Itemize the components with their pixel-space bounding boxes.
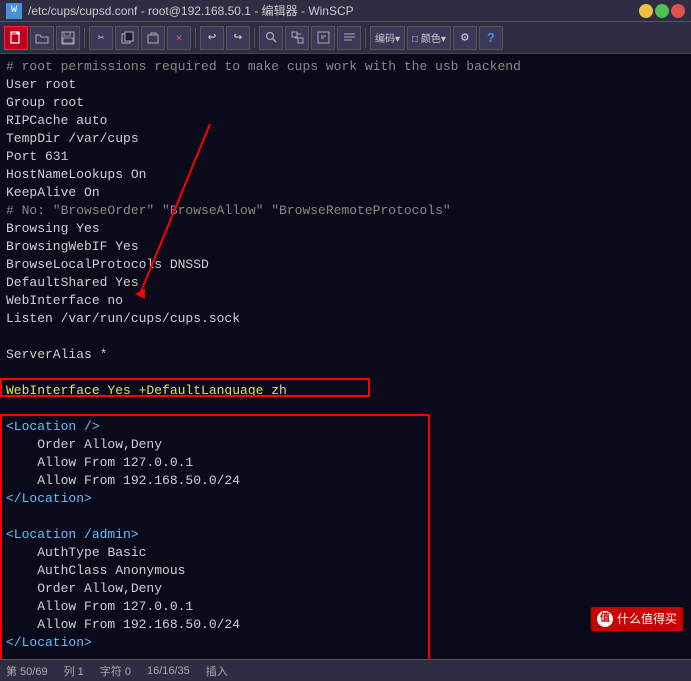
line-19: WebInterface Yes +DefaultLanguage zh	[6, 382, 685, 400]
line-15: Listen /var/run/cups/cups.sock	[6, 310, 685, 328]
status-line: 第 50/69	[6, 663, 48, 679]
line-17: ServerAlias *	[6, 346, 685, 364]
editor-area[interactable]: # root permissions required to make cups…	[0, 54, 691, 659]
status-bar: 第 50/69 列 1 字符 0 16/16/35 插入	[0, 659, 691, 681]
line-1: # root permissions required to make cups…	[6, 58, 685, 76]
status-chars: 字符 0	[100, 663, 131, 679]
title-bar: W /etc/cups/cupsd.conf - root@192.168.50…	[0, 0, 691, 22]
line-30: Order Allow,Deny	[6, 580, 685, 598]
line-22: Order Allow,Deny	[6, 436, 685, 454]
status-encoding: 16/16/35	[147, 665, 190, 677]
find-button[interactable]	[259, 26, 283, 50]
redo-button[interactable]: ↪	[226, 26, 250, 50]
line-13: DefaultShared Yes	[6, 274, 685, 292]
line-26	[6, 508, 685, 526]
replace-button[interactable]	[285, 26, 309, 50]
window-controls	[639, 4, 685, 18]
paste-button[interactable]	[141, 26, 165, 50]
goto-button[interactable]	[311, 26, 335, 50]
format-button[interactable]	[337, 26, 361, 50]
line-32: Allow From 192.168.50.0/24	[6, 616, 685, 634]
line-10: Browsing Yes	[6, 220, 685, 238]
line-23: Allow From 127.0.0.1	[6, 454, 685, 472]
open-button[interactable]	[30, 26, 54, 50]
line-2: User root	[6, 76, 685, 94]
separator-2	[195, 28, 196, 48]
line-27: <Location /admin>	[6, 526, 685, 544]
watermark-text: 什么值得买	[617, 610, 677, 628]
line-5: TempDir /var/cups	[6, 130, 685, 148]
line-25: </Location>	[6, 490, 685, 508]
status-mode: 插入	[206, 663, 228, 679]
line-21: <Location />	[6, 418, 685, 436]
line-12: BrowseLocalProtocols DNSSD	[6, 256, 685, 274]
watermark: 值 什么值得买	[591, 607, 683, 631]
copy-button[interactable]	[115, 26, 139, 50]
encoding-button[interactable]: 编码▾	[370, 26, 405, 50]
line-14: WebInterface no	[6, 292, 685, 310]
line-7: HostNameLookups On	[6, 166, 685, 184]
toolbar: ✂ ✕ ↩ ↪	[0, 22, 691, 54]
line-4: RIPCache auto	[6, 112, 685, 130]
undo-button[interactable]: ↩	[200, 26, 224, 50]
line-24: Allow From 192.168.50.0/24	[6, 472, 685, 490]
line-9: # No: "BrowseOrder" "BrowseAllow" "Brows…	[6, 202, 685, 220]
status-col: 列 1	[64, 663, 84, 679]
help-button[interactable]: ?	[479, 26, 503, 50]
line-28: AuthType Basic	[6, 544, 685, 562]
delete-button[interactable]: ✕	[167, 26, 191, 50]
separator-3	[254, 28, 255, 48]
maximize-button[interactable]	[655, 4, 669, 18]
line-8: KeepAlive On	[6, 184, 685, 202]
line-11: BrowsingWebIF Yes	[6, 238, 685, 256]
settings-button[interactable]: ⚙	[453, 26, 477, 50]
line-18	[6, 364, 685, 382]
app-icon: W	[6, 3, 22, 19]
save-button[interactable]	[56, 26, 80, 50]
line-29: AuthClass Anonymous	[6, 562, 685, 580]
cut-button[interactable]: ✂	[89, 26, 113, 50]
line-6: Port 631	[6, 148, 685, 166]
new-file-button[interactable]	[4, 26, 28, 50]
minimize-button[interactable]	[639, 4, 653, 18]
close-button[interactable]	[671, 4, 685, 18]
color-mode-button[interactable]: □ 颜色▾	[407, 26, 451, 50]
separator-4	[365, 28, 366, 48]
separator-1	[84, 28, 85, 48]
line-16	[6, 328, 685, 346]
line-3: Group root	[6, 94, 685, 112]
line-20	[6, 400, 685, 418]
line-33: </Location>	[6, 634, 685, 652]
line-31: Allow From 127.0.0.1	[6, 598, 685, 616]
watermark-logo: 值	[597, 611, 613, 627]
window-title: /etc/cups/cupsd.conf - root@192.168.50.1…	[28, 2, 354, 19]
